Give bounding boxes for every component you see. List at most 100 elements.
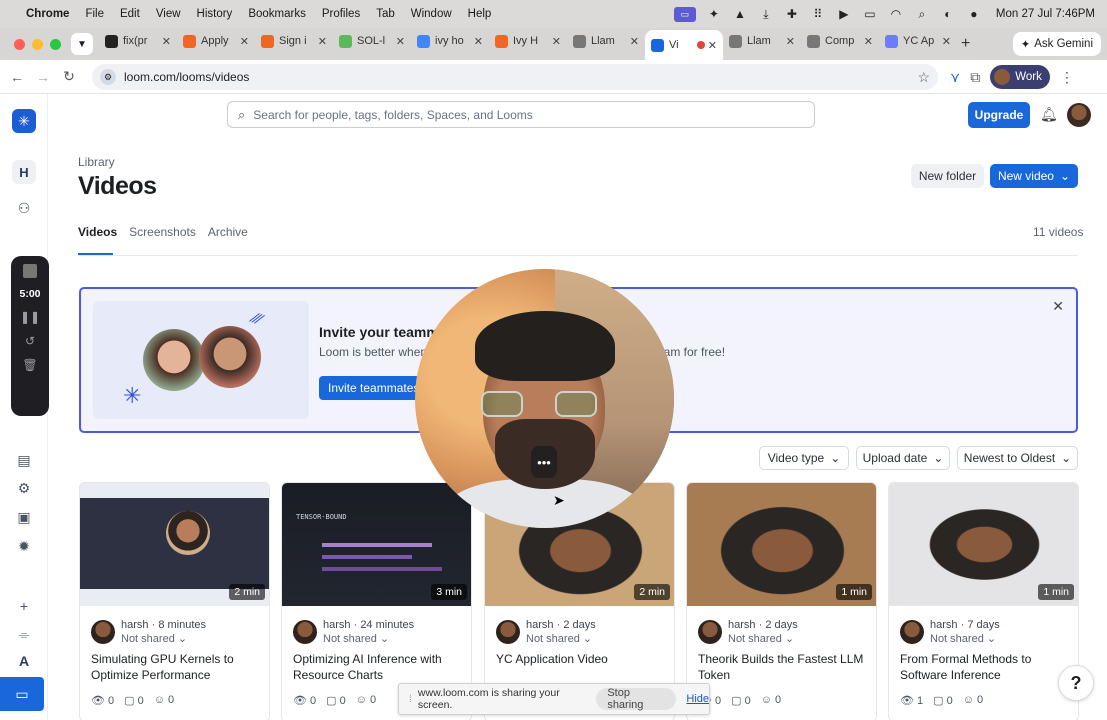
- share-status[interactable]: Not shared ⌄: [728, 632, 794, 645]
- avatar[interactable]: [1067, 103, 1091, 127]
- share-status[interactable]: Not shared ⌄: [323, 632, 389, 645]
- drag-handle-icon[interactable]: ⁞: [409, 693, 412, 705]
- close-icon[interactable]: ✕: [1052, 298, 1064, 315]
- video-thumbnail[interactable]: 1 min: [687, 483, 876, 606]
- trash-icon[interactable]: 🗑: [22, 358, 37, 372]
- plus-icon[interactable]: +: [12, 594, 36, 618]
- browser-tab[interactable]: Comp ✕: [801, 28, 879, 54]
- share-status[interactable]: Not shared ⌄: [930, 632, 996, 645]
- bookmark-star-icon[interactable]: ☆: [917, 69, 930, 86]
- share-status[interactable]: Not shared ⌄: [526, 632, 592, 645]
- browser-tab[interactable]: fix(pr ✕: [99, 28, 177, 54]
- video-card[interactable]: 2 min harsh · 8 minutes Not shared ⌄ Simula…: [79, 482, 270, 720]
- tab-screenshots[interactable]: Screenshots: [129, 225, 196, 239]
- close-tab-icon[interactable]: ✕: [318, 35, 327, 48]
- integrations-icon[interactable]: ⌯: [12, 622, 36, 646]
- close-tab-icon[interactable]: ✕: [630, 35, 639, 48]
- menubar-clock[interactable]: Mon 27 Jul 7:46PM: [996, 8, 1095, 20]
- close-tab-icon[interactable]: ✕: [396, 35, 405, 48]
- video-title[interactable]: Theorik Builds the Fastest LLM Token: [698, 651, 870, 683]
- menu-view[interactable]: View: [156, 8, 181, 20]
- control-center-icon[interactable]: ◐: [940, 7, 956, 21]
- play-circle-icon[interactable]: ▶: [836, 7, 852, 21]
- stop-sharing-button[interactable]: Stop sharing: [596, 687, 677, 711]
- video-type-filter[interactable]: Video type ⌄: [759, 446, 849, 470]
- search-icon[interactable]: ⌕: [914, 7, 930, 21]
- tab-videos[interactable]: Videos: [78, 225, 117, 239]
- video-title[interactable]: Simulating GPU Kernels to Optimize Perfo…: [91, 651, 263, 683]
- help-button[interactable]: ?: [1058, 665, 1094, 701]
- browser-tab[interactable]: Vi ✕: [645, 30, 723, 60]
- browser-tab[interactable]: Llam ✕: [567, 28, 645, 54]
- browser-tab[interactable]: Llam ✕: [723, 28, 801, 54]
- menu-history[interactable]: History: [197, 8, 233, 20]
- upload-date-filter[interactable]: Upload date ⌄: [856, 446, 950, 470]
- profile-button[interactable]: Work: [990, 65, 1050, 89]
- menu-app-name[interactable]: Chrome: [26, 8, 69, 20]
- menu-bookmarks[interactable]: Bookmarks: [248, 8, 306, 20]
- upgrade-button[interactable]: Upgrade: [968, 102, 1030, 128]
- new-folder-button[interactable]: New folder: [911, 164, 984, 188]
- video-title[interactable]: From Formal Methods to Software Inferenc…: [900, 651, 1072, 683]
- siri-icon[interactable]: ●: [966, 7, 982, 21]
- workspace-badge[interactable]: H: [12, 160, 36, 184]
- restart-icon[interactable]: ↺: [25, 334, 35, 348]
- download-icon[interactable]: ⤓: [758, 7, 774, 21]
- reload-button[interactable]: ↻: [56, 68, 82, 85]
- new-tab-button[interactable]: +: [961, 35, 970, 53]
- menu-window[interactable]: Window: [411, 8, 452, 20]
- address-bar[interactable]: ⚙ loom.com/looms/videos ☆: [92, 64, 938, 90]
- new-video-button[interactable]: New video ⌄: [990, 164, 1078, 188]
- close-tab-icon[interactable]: ✕: [240, 35, 249, 48]
- menu-tab[interactable]: Tab: [376, 8, 395, 20]
- video-title[interactable]: YC Application Video: [496, 651, 668, 667]
- tab-search-button[interactable]: ▼: [71, 33, 93, 55]
- stop-recording-icon[interactable]: [23, 264, 37, 278]
- tab-archive[interactable]: Archive: [208, 225, 248, 239]
- more-menu-icon[interactable]: ⋮: [1060, 69, 1074, 86]
- browser-tab[interactable]: YC Ap ✕: [879, 28, 957, 54]
- triangle-app-icon[interactable]: ▲: [732, 7, 748, 21]
- sparkle-icon[interactable]: ✦: [706, 7, 722, 21]
- extension-icon[interactable]: ⋎: [950, 69, 960, 86]
- breadcrumb[interactable]: Library: [78, 155, 115, 169]
- a-workspace-icon[interactable]: A: [12, 649, 36, 673]
- menu-help[interactable]: Help: [468, 8, 492, 20]
- browser-tab[interactable]: ivy ho ✕: [411, 28, 489, 54]
- settings-icon[interactable]: ⚙: [12, 476, 36, 500]
- forward-button[interactable]: →: [30, 69, 56, 85]
- maximize-window-button[interactable]: [50, 38, 61, 50]
- wifi-icon[interactable]: ◠: [888, 7, 904, 21]
- site-info-icon[interactable]: ⚙: [100, 69, 116, 85]
- close-window-button[interactable]: [14, 38, 25, 50]
- share-status[interactable]: Not shared ⌄: [121, 632, 187, 645]
- pause-icon[interactable]: ❚❚: [20, 310, 40, 324]
- hide-share-bar-link[interactable]: Hide: [686, 693, 709, 705]
- battery-icon[interactable]: ▭: [862, 7, 878, 21]
- minimize-window-button[interactable]: [32, 38, 43, 50]
- library-icon[interactable]: ▤: [12, 448, 36, 472]
- sort-select[interactable]: Newest to Oldest ⌄: [957, 446, 1078, 470]
- video-camera-icon[interactable]: ▣: [12, 505, 36, 529]
- browser-tab[interactable]: Ivy H ✕: [489, 28, 567, 54]
- close-tab-icon[interactable]: ✕: [786, 35, 795, 48]
- close-tab-icon[interactable]: ✕: [942, 35, 951, 48]
- gear-icon[interactable]: ✹: [12, 534, 36, 558]
- browser-tab[interactable]: SOL-l ✕: [333, 28, 411, 54]
- camera-bubble[interactable]: •••: [415, 269, 674, 528]
- puzzle-status-icon[interactable]: ✚: [784, 7, 800, 21]
- video-card[interactable]: 1 min harsh · 2 days Not shared ⌄ Theorik B…: [686, 482, 877, 720]
- close-tab-icon[interactable]: ✕: [864, 35, 873, 48]
- record-video-icon[interactable]: ▭: [0, 677, 44, 711]
- grid-icon[interactable]: ⠿: [810, 7, 826, 21]
- menu-file[interactable]: File: [85, 8, 104, 20]
- close-tab-icon[interactable]: ✕: [474, 35, 483, 48]
- bell-icon[interactable]: 🔔︎: [1040, 106, 1058, 123]
- menu-profiles[interactable]: Profiles: [322, 8, 360, 20]
- add-user-icon[interactable]: ⚇: [12, 196, 36, 220]
- browser-tab[interactable]: Sign i ✕: [255, 28, 333, 54]
- back-button[interactable]: ←: [4, 69, 30, 85]
- screen-record-icon[interactable]: ▭: [673, 6, 696, 22]
- video-thumbnail[interactable]: 1 min: [889, 483, 1078, 606]
- ask-gemini-button[interactable]: ✦ Ask Gemini: [1012, 32, 1101, 56]
